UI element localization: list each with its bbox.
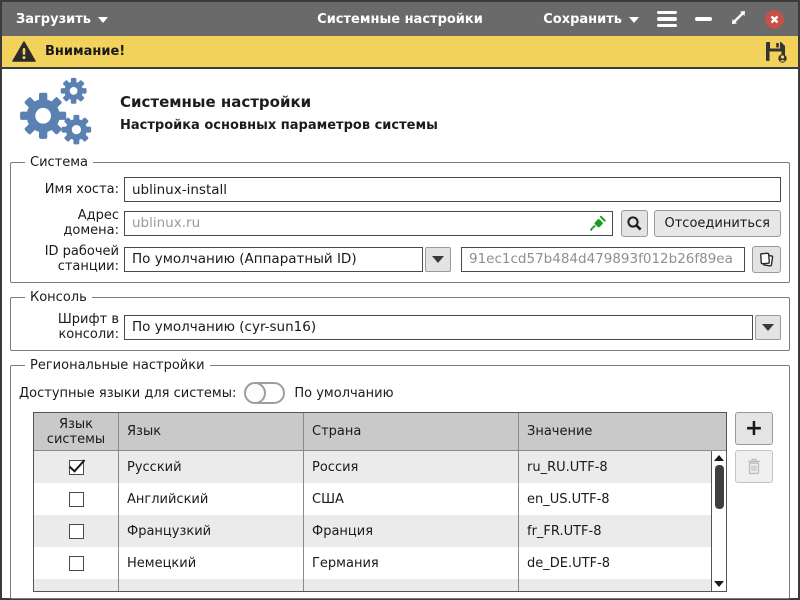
chevron-down-icon bbox=[98, 17, 108, 23]
value-cell: de_DE.UTF-8 bbox=[518, 547, 726, 579]
value-cell: fr_FR.UTF-8 bbox=[518, 515, 726, 547]
page-header: Системные настройки Настройка основных п… bbox=[2, 69, 798, 155]
disconnect-button[interactable]: Отсоединиться bbox=[654, 210, 782, 237]
copy-id-button[interactable] bbox=[752, 246, 781, 273]
alert-text: Внимание! bbox=[45, 44, 125, 59]
value-cell: ru_RU.UTF-8 bbox=[518, 451, 726, 483]
floppy-save-icon bbox=[763, 39, 788, 64]
scroll-up-icon[interactable] bbox=[714, 455, 724, 461]
workstation-id-selected[interactable]: По умолчанию (Аппаратный ID) bbox=[124, 247, 423, 272]
search-icon bbox=[626, 215, 643, 232]
plug-connected-icon bbox=[590, 215, 607, 232]
regional-legend: Региональные настройки bbox=[25, 358, 210, 373]
table-row[interactable]: Русский Россия ru_RU.UTF-8 bbox=[34, 451, 726, 483]
add-language-button[interactable]: + bbox=[735, 412, 773, 445]
table-row[interactable]: Английский США en_US.UTF-8 bbox=[34, 483, 726, 515]
workstation-id-dropdown-button[interactable] bbox=[425, 247, 451, 272]
load-label: Загрузить bbox=[16, 12, 91, 27]
table-scrollbar[interactable] bbox=[711, 451, 726, 591]
save-changes-button[interactable] bbox=[763, 39, 788, 64]
scroll-down-icon[interactable] bbox=[714, 581, 724, 587]
delete-language-button[interactable] bbox=[735, 450, 773, 483]
gears-icon bbox=[14, 77, 100, 149]
table-row[interactable]: Немецкий Германия de_DE.UTF-8 bbox=[34, 547, 726, 579]
menu-button[interactable] bbox=[657, 11, 677, 28]
plus-icon: + bbox=[745, 416, 763, 441]
table-row-empty bbox=[34, 579, 726, 591]
app-window: Загрузить Системные настройки Сохранить bbox=[0, 0, 800, 600]
titlebar: Загрузить Системные настройки Сохранить bbox=[2, 2, 798, 36]
available-languages-label: Доступные языки для системы: bbox=[19, 386, 236, 401]
domain-input[interactable] bbox=[124, 211, 613, 236]
page-subtitle: Настройка основных параметров системы bbox=[120, 118, 438, 133]
table-header-row: Язык системы Язык Страна Значение bbox=[34, 413, 726, 451]
table-row[interactable]: Французкий Франция fr_FR.UTF-8 bbox=[34, 515, 726, 547]
window-title: Системные настройки bbox=[317, 12, 483, 27]
hostname-label: Имя хоста: bbox=[19, 182, 119, 197]
save-dropdown-button[interactable]: Сохранить bbox=[543, 12, 639, 27]
country-cell: США bbox=[303, 483, 518, 515]
system-language-checkbox[interactable] bbox=[69, 556, 84, 571]
country-cell: Германия bbox=[303, 547, 518, 579]
system-language-checkbox[interactable] bbox=[69, 524, 84, 539]
country-cell: Россия bbox=[303, 451, 518, 483]
scrollbar-thumb[interactable] bbox=[715, 465, 724, 509]
copy-icon bbox=[758, 251, 775, 268]
workstation-id-value bbox=[461, 247, 745, 272]
value-cell: en_US.UTF-8 bbox=[518, 483, 726, 515]
resize-icon bbox=[730, 9, 747, 26]
language-cell: Французкий bbox=[118, 515, 303, 547]
column-header-value[interactable]: Значение bbox=[518, 413, 726, 450]
domain-search-button[interactable] bbox=[621, 210, 648, 237]
close-button[interactable] bbox=[765, 10, 784, 29]
alert-bar: Внимание! bbox=[2, 36, 798, 69]
console-font-selected[interactable]: По умолчанию (cyr-sun16) bbox=[124, 315, 753, 340]
languages-default-toggle[interactable] bbox=[244, 382, 285, 404]
language-cell: Английский bbox=[118, 483, 303, 515]
workstation-id-select[interactable]: По умолчанию (Аппаратный ID) bbox=[124, 247, 451, 272]
toggle-state-label: По умолчанию bbox=[294, 386, 393, 401]
console-font-select[interactable]: По умолчанию (cyr-sun16) bbox=[124, 315, 781, 340]
country-cell: Франция bbox=[303, 515, 518, 547]
hostname-input[interactable] bbox=[124, 177, 781, 202]
column-header-country[interactable]: Страна bbox=[303, 413, 518, 450]
console-legend: Консоль bbox=[25, 290, 92, 305]
column-header-system-language[interactable]: Язык системы bbox=[34, 413, 118, 450]
language-cell: Немецкий bbox=[118, 547, 303, 579]
resize-button[interactable] bbox=[730, 9, 747, 30]
domain-label: Адрес домена: bbox=[19, 208, 119, 238]
chevron-down-icon bbox=[762, 324, 774, 331]
warning-icon bbox=[12, 41, 36, 62]
load-dropdown-button[interactable]: Загрузить bbox=[16, 12, 108, 27]
trash-icon bbox=[746, 458, 762, 475]
save-label: Сохранить bbox=[543, 12, 622, 27]
system-legend: Система bbox=[25, 155, 93, 170]
regional-fieldset: Региональные настройки Доступные языки д… bbox=[10, 358, 790, 599]
system-language-checkbox[interactable] bbox=[69, 492, 84, 507]
page-title: Системные настройки bbox=[120, 93, 438, 111]
system-language-checkbox[interactable] bbox=[69, 460, 84, 475]
minimize-icon bbox=[695, 17, 712, 21]
chevron-down-icon bbox=[432, 256, 444, 263]
language-cell: Русский bbox=[118, 451, 303, 483]
close-icon bbox=[769, 14, 780, 25]
column-header-language[interactable]: Язык bbox=[118, 413, 303, 450]
minimize-button[interactable] bbox=[695, 17, 712, 21]
languages-table: Язык системы Язык Страна Значение Русски… bbox=[33, 412, 727, 592]
chevron-down-icon bbox=[629, 17, 639, 23]
console-fieldset: Консоль Шрифт в консоли: По умолчанию (c… bbox=[10, 290, 790, 351]
console-font-dropdown-button[interactable] bbox=[755, 315, 781, 340]
toggle-knob bbox=[244, 382, 266, 404]
table-body: Русский Россия ru_RU.UTF-8 Английский СШ… bbox=[34, 451, 726, 591]
system-fieldset: Система Имя хоста: Адрес домена: bbox=[10, 155, 790, 283]
console-font-label: Шрифт в консоли: bbox=[19, 312, 119, 342]
workstation-id-label: ID рабочей станции: bbox=[19, 244, 119, 274]
